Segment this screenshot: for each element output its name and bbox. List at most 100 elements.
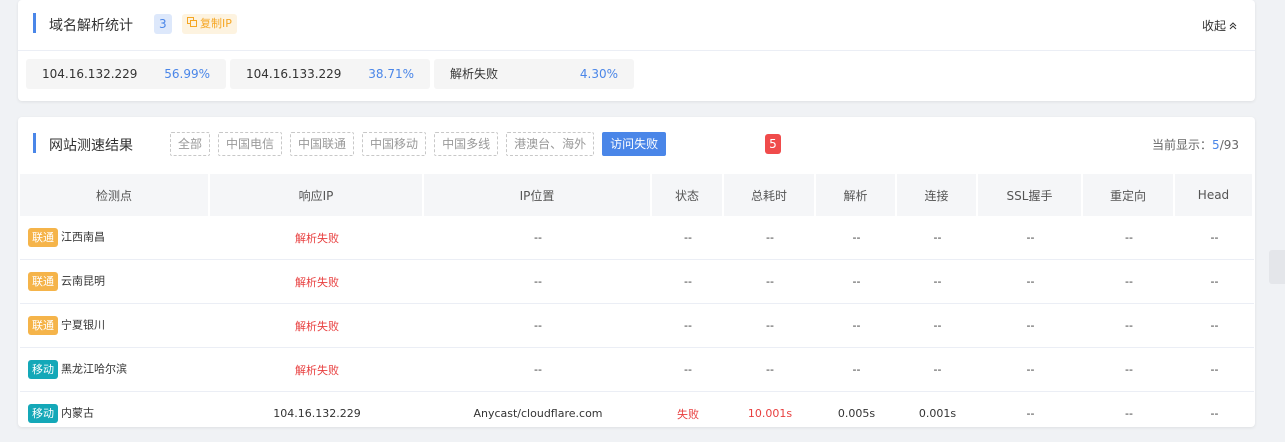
col-header: 响应IP bbox=[210, 174, 424, 216]
total-time: -- bbox=[724, 348, 816, 392]
tab-unicom[interactable]: 中国联通 bbox=[290, 132, 355, 156]
status: -- bbox=[652, 216, 724, 260]
dns-result-item: 104.16.132.229 56.99% bbox=[26, 59, 226, 89]
isp-badge: 移动 bbox=[28, 360, 58, 379]
dns-time: -- bbox=[816, 348, 897, 392]
dns-result-percent: 4.30% bbox=[579, 67, 618, 81]
location-cell: 联通 宁夏银川 bbox=[20, 304, 210, 348]
showing-total: /93 bbox=[1219, 138, 1239, 152]
ssl-time: -- bbox=[978, 216, 1083, 260]
location-cell: 联通 江西南昌 bbox=[20, 216, 210, 260]
table-row: 联通 宁夏银川 解析失败 -- -- -- -- -- -- -- -- bbox=[20, 304, 1254, 348]
dns-result-ip: 104.16.133.229 bbox=[246, 67, 342, 81]
side-scroll-handle[interactable] bbox=[1269, 250, 1285, 284]
head-time: -- bbox=[1175, 304, 1254, 348]
dns-time: 0.005s bbox=[816, 392, 897, 427]
dns-result-percent: 38.71% bbox=[368, 67, 414, 81]
location-name: 黑龙江哈尔滨 bbox=[61, 362, 127, 376]
table-row: 移动 内蒙古 104.16.132.229 Anycast/cloudflare.… bbox=[20, 392, 1254, 427]
col-header: Head bbox=[1175, 174, 1254, 216]
dns-result-ip: 解析失败 bbox=[450, 67, 499, 81]
speed-test-card: 网站测速结果 全部 中国电信 中国联通 中国移动 中国多线 港澳台、海外 访问失… bbox=[18, 117, 1255, 427]
dns-result-percent: 56.99% bbox=[164, 67, 210, 81]
connect-time: 0.001s bbox=[897, 392, 978, 427]
location-cell: 联通 云南昆明 bbox=[20, 260, 210, 304]
total-time: -- bbox=[724, 260, 816, 304]
status: -- bbox=[652, 348, 724, 392]
copy-ip-button[interactable]: 复制IP bbox=[182, 14, 237, 34]
response-ip: 解析失败 bbox=[210, 216, 424, 260]
status: -- bbox=[652, 304, 724, 348]
total-time: -- bbox=[724, 304, 816, 348]
redirect-time: -- bbox=[1083, 348, 1175, 392]
tab-telecom[interactable]: 中国电信 bbox=[218, 132, 283, 156]
redirect-time: -- bbox=[1083, 260, 1175, 304]
col-header: IP位置 bbox=[424, 174, 652, 216]
location-name: 江西南昌 bbox=[61, 230, 105, 244]
copy-ip-label: 复制IP bbox=[200, 17, 232, 30]
dns-time: -- bbox=[816, 216, 897, 260]
ssl-time: -- bbox=[978, 304, 1083, 348]
ip-location: Anycast/cloudflare.com bbox=[424, 392, 652, 427]
table-header-row: 检测点 响应IP IP位置 状态 总耗时 解析 连接 SSL握手 重定向 Hea… bbox=[20, 174, 1254, 216]
filter-tabs: 全部 中国电信 中国联通 中国移动 中国多线 港澳台、海外 访问失败 bbox=[170, 132, 667, 156]
status: 失败 bbox=[652, 392, 724, 427]
connect-time: -- bbox=[897, 216, 978, 260]
speed-test-title: 网站测速结果 bbox=[49, 138, 133, 154]
response-ip: 解析失败 bbox=[210, 348, 424, 392]
connect-time: -- bbox=[897, 304, 978, 348]
redirect-time: -- bbox=[1083, 304, 1175, 348]
location-name: 内蒙古 bbox=[61, 406, 94, 420]
table-row: 联通 江西南昌 解析失败 -- -- -- -- -- -- -- -- bbox=[20, 216, 1254, 260]
dns-time: -- bbox=[816, 260, 897, 304]
head-time: -- bbox=[1175, 392, 1254, 427]
dns-count-badge: 3 bbox=[154, 14, 172, 34]
ssl-time: -- bbox=[978, 260, 1083, 304]
connect-time: -- bbox=[897, 260, 978, 304]
dns-stats-header: 域名解析统计 3 复制IP 收起 bbox=[18, 0, 1255, 51]
section-accent-bar bbox=[33, 133, 36, 153]
showing-prefix: 当前显示： bbox=[1152, 138, 1213, 152]
tab-overseas[interactable]: 港澳台、海外 bbox=[506, 132, 595, 156]
failed-count-badge: 5 bbox=[765, 134, 781, 154]
ssl-time: -- bbox=[978, 392, 1083, 427]
col-header: 解析 bbox=[816, 174, 897, 216]
tab-multiline[interactable]: 中国多线 bbox=[434, 132, 499, 156]
dns-stats-title: 域名解析统计 bbox=[49, 18, 133, 34]
col-header: SSL握手 bbox=[978, 174, 1083, 216]
ip-location: -- bbox=[424, 216, 652, 260]
tab-mobile[interactable]: 中国移动 bbox=[362, 132, 427, 156]
isp-badge: 联通 bbox=[28, 272, 58, 291]
collapse-label: 收起 bbox=[1201, 19, 1226, 33]
dns-stats-card: 域名解析统计 3 复制IP 收起 104.16.132.229 56.99% 1… bbox=[18, 0, 1255, 101]
tab-failed[interactable]: 访问失败 bbox=[602, 132, 667, 156]
location-name: 宁夏银川 bbox=[61, 318, 105, 332]
response-ip: 104.16.132.229 bbox=[210, 392, 424, 427]
connect-time: -- bbox=[897, 348, 978, 392]
ip-location: -- bbox=[424, 348, 652, 392]
table-row: 移动 黑龙江哈尔滨 解析失败 -- -- -- -- -- -- -- -- bbox=[20, 348, 1254, 392]
results-table: 检测点 响应IP IP位置 状态 总耗时 解析 连接 SSL握手 重定向 Hea… bbox=[20, 174, 1254, 427]
col-header: 检测点 bbox=[20, 174, 210, 216]
col-header: 状态 bbox=[652, 174, 724, 216]
dns-result-item: 解析失败 4.30% bbox=[434, 59, 634, 89]
ip-location: -- bbox=[424, 260, 652, 304]
location-name: 云南昆明 bbox=[61, 274, 105, 288]
copy-icon bbox=[187, 14, 197, 34]
response-ip: 解析失败 bbox=[210, 260, 424, 304]
total-time: 10.001s bbox=[724, 392, 816, 427]
tab-all[interactable]: 全部 bbox=[170, 132, 211, 156]
section-accent-bar bbox=[33, 13, 36, 33]
head-time: -- bbox=[1175, 260, 1254, 304]
isp-badge: 联通 bbox=[28, 316, 58, 335]
dns-result-ip: 104.16.132.229 bbox=[42, 67, 138, 81]
head-time: -- bbox=[1175, 216, 1254, 260]
dns-time: -- bbox=[816, 304, 897, 348]
chevron-up-icon bbox=[1229, 19, 1237, 33]
showing-current: 5 bbox=[1212, 138, 1220, 152]
collapse-button[interactable]: 收起 bbox=[1202, 17, 1237, 34]
col-header: 重定向 bbox=[1083, 174, 1175, 216]
isp-badge: 联通 bbox=[28, 228, 58, 247]
location-cell: 移动 黑龙江哈尔滨 bbox=[20, 348, 210, 392]
ip-location: -- bbox=[424, 304, 652, 348]
